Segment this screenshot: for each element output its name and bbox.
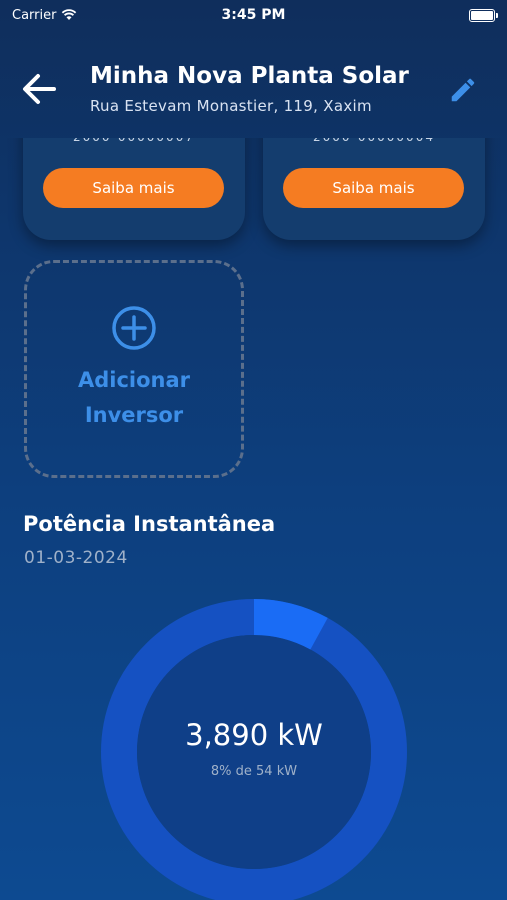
page-title: Minha Nova Planta Solar — [90, 63, 409, 89]
plant-address: Rua Estevam Monastier, 119, Xaxim — [90, 97, 372, 115]
inverter-serial: 2000-00000004 — [263, 138, 485, 144]
battery-icon — [469, 8, 498, 22]
pencil-icon[interactable] — [448, 75, 478, 105]
back-arrow-icon[interactable] — [18, 67, 62, 111]
section-date: 01-03-2024 — [24, 548, 128, 568]
add-inverter-label: Adicionar Inversor — [78, 363, 190, 433]
gauge-inner — [137, 635, 371, 869]
inverter-serial: 2000-00000007 — [23, 138, 245, 144]
scroll-content[interactable]: 2000-00000007 Saiba mais 2000-00000004 S… — [0, 138, 507, 900]
add-inverter-line1: Adicionar — [77, 368, 191, 392]
status-time: 3:45 PM — [221, 7, 286, 23]
inverter-card[interactable]: 2000-00000004 Saiba mais — [263, 138, 485, 240]
add-inverter-line2: Inversor — [84, 403, 184, 427]
add-inverter-button[interactable]: Adicionar Inversor — [24, 260, 244, 478]
plus-circle-icon — [112, 306, 156, 350]
saiba-mais-button[interactable]: Saiba mais — [283, 168, 464, 208]
power-value: 3,890 kW — [185, 718, 323, 752]
header: Minha Nova Planta Solar Rua Estevam Mona… — [0, 55, 507, 125]
saiba-mais-button[interactable]: Saiba mais — [43, 168, 224, 208]
status-bar: Carrier 3:45 PM — [0, 0, 507, 30]
power-caption: 8% de 54 kW — [210, 764, 298, 779]
section-title: Potência Instantânea — [23, 512, 276, 536]
inverter-card[interactable]: 2000-00000007 Saiba mais — [23, 138, 245, 240]
